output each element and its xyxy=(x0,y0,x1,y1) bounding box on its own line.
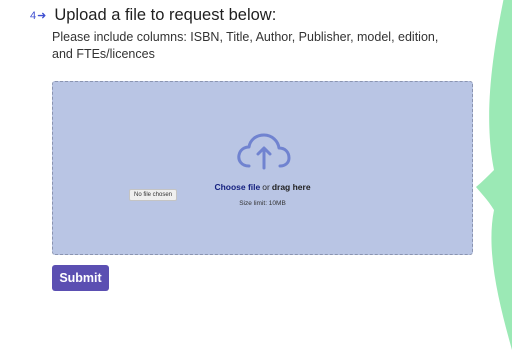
step-title: Upload a file to request below: xyxy=(54,6,277,24)
decorative-green-shape xyxy=(476,0,512,350)
choose-file-line: Choose file or drag here xyxy=(53,182,472,192)
upload-instructions: Please include columns: ISBN, Title, Aut… xyxy=(52,30,439,61)
or-label: or xyxy=(262,182,270,192)
file-dropzone[interactable]: Choose file or drag here Size limit: 10MB … xyxy=(52,81,473,255)
step-number: 4 xyxy=(30,9,37,22)
submit-button[interactable]: Submit xyxy=(52,265,109,291)
step-header: 4 ➜ Upload a file to request below: xyxy=(30,6,276,25)
right-arrow-icon: ➜ xyxy=(37,10,47,22)
cloud-upload-icon xyxy=(237,133,291,170)
size-limit-text: Size limit: 10MB xyxy=(239,200,286,207)
file-input-status[interactable]: No file chosen xyxy=(129,189,178,201)
choose-file-link[interactable]: Choose file xyxy=(214,182,260,192)
drag-here-label: drag here xyxy=(271,182,311,192)
